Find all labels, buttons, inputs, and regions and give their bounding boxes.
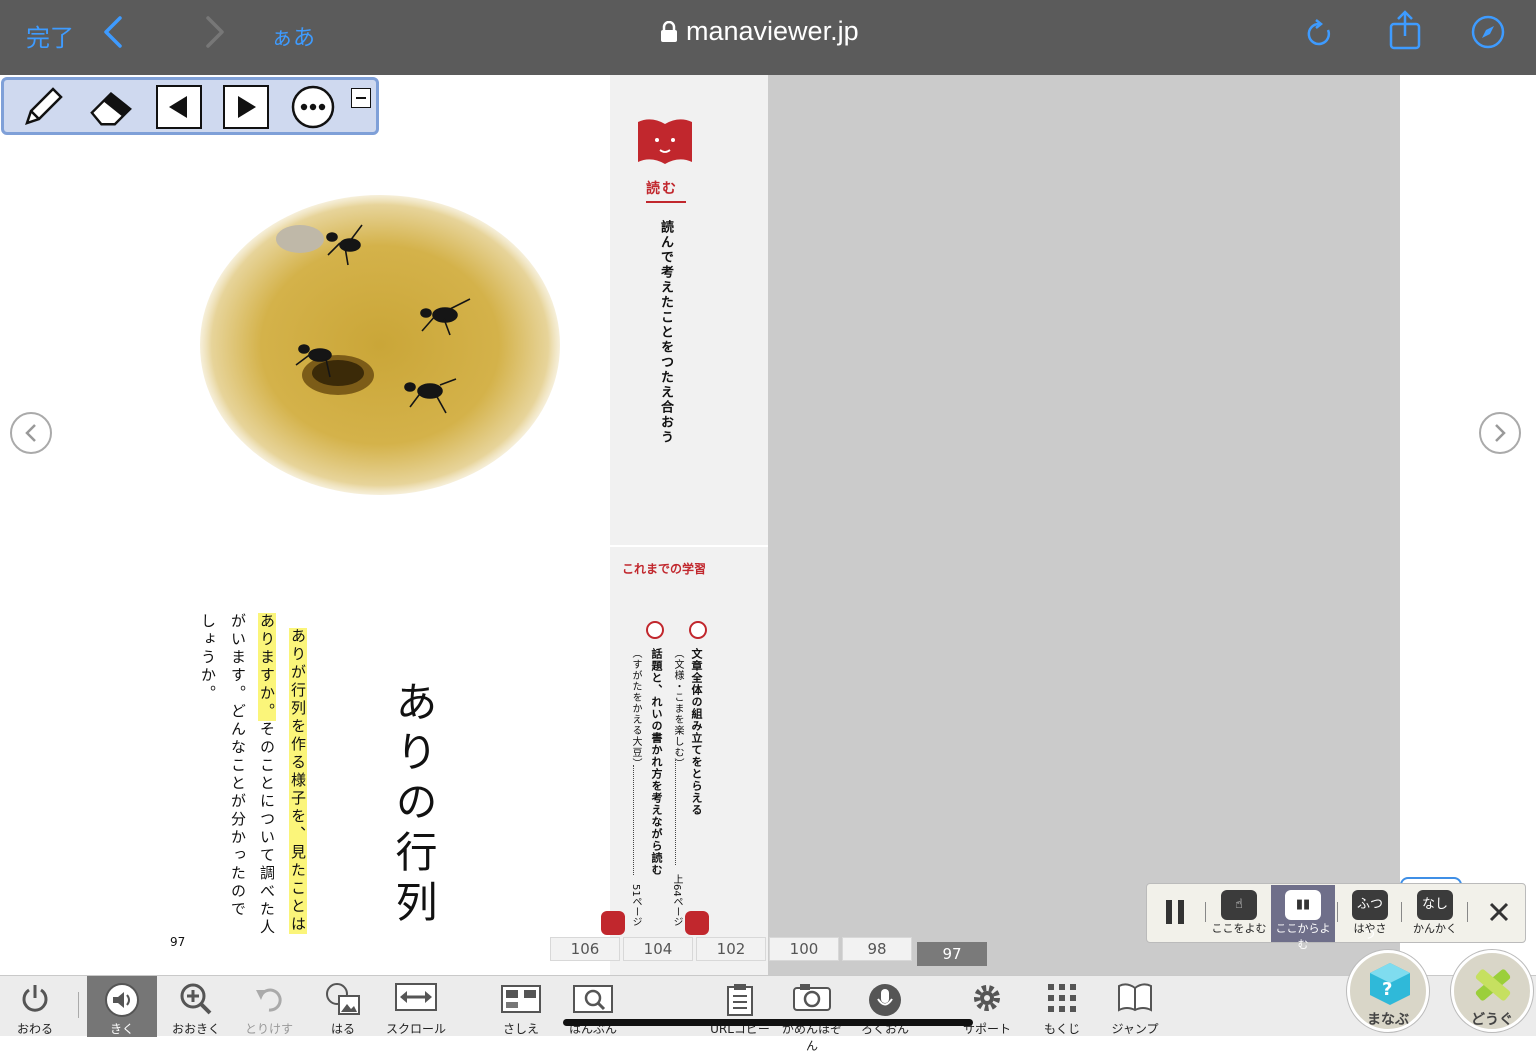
close-panel-button[interactable] (1477, 900, 1521, 927)
paste-image-icon (326, 983, 360, 1015)
ant-photo (200, 195, 560, 495)
speed-icon: ふつう (1352, 890, 1388, 942)
page-tab[interactable]: 104 (623, 937, 693, 961)
body-column-1: ありが行列を作る様子を、見たことは (289, 628, 307, 934)
url-text: manaviewer.jp (686, 16, 859, 46)
home-indicator (563, 1019, 973, 1026)
read-from-here-button[interactable]: ▮▮ ここからよむ (1273, 890, 1333, 952)
lock-icon (661, 20, 677, 42)
link-badge-icon[interactable] (685, 911, 709, 935)
lesson-objective: 読んで考えたことをつたえ合おう (658, 220, 673, 445)
undo-button[interactable]: とりけす (234, 976, 304, 1037)
body-column-3: がいます。どんなことが分かったので (229, 613, 247, 919)
power-icon (22, 985, 48, 1012)
page-tab-active[interactable]: 97 (917, 942, 987, 966)
dougu-button[interactable]: どうぐ (1451, 950, 1533, 1032)
bottom-toolbar: おわる きく おおきく とりけす はる スクロール さしえ はんぶん URLコピ… (0, 975, 1536, 1053)
previous-learning-heading: これまでの学習 (622, 562, 707, 576)
next-page-arrow-icon[interactable] (1479, 412, 1521, 454)
end-button[interactable]: おわる (0, 976, 70, 1037)
speaker-icon (105, 983, 139, 1017)
jump-button[interactable]: ジャンプ (1100, 976, 1170, 1037)
tools-icon (1475, 969, 1511, 1001)
read-here-icon: ☝ (1221, 890, 1257, 920)
body-column-2: ありますか。そのことについて調べた人 (258, 613, 276, 937)
more-icon[interactable] (290, 85, 336, 129)
read-from-here-icon: ▮▮ (1285, 890, 1321, 920)
illustration-icon (501, 985, 541, 1013)
gear-icon (974, 985, 1000, 1011)
previous-item-1-subtitle: （文様・こまを楽しむ） (672, 648, 683, 769)
next-page-icon[interactable] (223, 85, 269, 129)
pause-button[interactable] (1153, 898, 1197, 929)
clipboard-icon (727, 984, 753, 1016)
forward-icon[interactable] (204, 14, 226, 54)
speed-button[interactable]: ふつう はやさ (1343, 890, 1397, 942)
svg-text:?: ? (1382, 979, 1392, 1000)
prev-page-arrow-icon[interactable] (10, 412, 52, 454)
zoom-button[interactable]: おおきく (161, 976, 231, 1037)
previous-item-1-title: 文章全体の組み立てをとらえる (690, 648, 703, 816)
url-copy-button[interactable]: URLコピー (705, 976, 775, 1037)
left-page: ありの行列 ありが行列を作る様子を、見たことは ありますか。そのことについて調べ… (0, 75, 610, 975)
half-view-icon (573, 985, 613, 1013)
zoom-in-icon (180, 983, 212, 1015)
manabu-button[interactable]: ? まなぶ (1347, 950, 1429, 1032)
back-icon[interactable] (102, 14, 124, 54)
listen-button[interactable]: きく (87, 976, 157, 1037)
item-icon (689, 621, 707, 639)
compass-icon[interactable] (1470, 14, 1506, 54)
record-button[interactable]: ろくおん (850, 976, 920, 1037)
contents-button[interactable]: もくじ (1027, 976, 1097, 1037)
pencil-icon[interactable] (20, 85, 66, 129)
minimize-icon[interactable] (351, 88, 371, 108)
screen-save-button[interactable]: がめんほぞん (777, 976, 847, 1053)
interval-button[interactable]: なし かんかく (1407, 890, 1463, 936)
scroll-icon (395, 983, 437, 1011)
text-size-button[interactable]: ぁあ (271, 20, 315, 52)
previous-item-2-title: 話題と、れいの書かれ方を考えながら読む (650, 648, 663, 876)
reading-control-panel: ☝ ここをよむ ▮▮ ここからよむ ふつう はやさ なし かんかく (1146, 883, 1526, 951)
prev-page-icon[interactable] (156, 85, 202, 129)
page-tab[interactable]: 106 (550, 937, 620, 961)
address-bar[interactable]: manaviewer.jp (660, 16, 859, 47)
page-number: 97 (170, 935, 186, 949)
scroll-button[interactable]: スクロール (381, 976, 451, 1037)
pause-icon (1166, 900, 1184, 924)
interval-icon: なし (1417, 890, 1453, 920)
item-icon (646, 621, 664, 639)
share-icon[interactable] (1388, 10, 1422, 54)
close-icon (1489, 902, 1509, 922)
previous-item-2-subtitle: （すがたをかえる大豆） (630, 648, 641, 769)
link-badge-icon[interactable] (601, 911, 625, 935)
half-view-button[interactable]: はんぶん (558, 976, 628, 1037)
eraser-icon[interactable] (88, 85, 134, 129)
tool-palette (1, 77, 379, 135)
read-label: 読む (646, 181, 678, 197)
undo-icon (256, 988, 282, 1012)
camera-icon (793, 984, 831, 1011)
support-button[interactable]: サポート (952, 976, 1022, 1037)
previous-item-2-page[interactable]: 51ページ (628, 884, 643, 927)
read-book-icon (638, 119, 692, 164)
lesson-title: ありの行列 (389, 680, 438, 930)
done-button[interactable]: 完了 (26, 18, 74, 53)
microphone-icon (869, 984, 901, 1016)
paste-button[interactable]: はる (308, 976, 378, 1037)
read-here-button[interactable]: ☝ ここをよむ (1211, 890, 1267, 936)
page-tab[interactable]: 102 (696, 937, 766, 961)
body-column-4: しょうか。 (199, 613, 217, 703)
page-tab[interactable]: 98 (842, 937, 912, 961)
previous-item-1-page[interactable]: 上64ページ (669, 874, 684, 927)
illustration-button[interactable]: さしえ (486, 976, 556, 1037)
blank-page-area (768, 75, 1400, 975)
cube-question-icon: ? (1370, 963, 1410, 1005)
reload-icon[interactable] (1304, 18, 1334, 54)
book-icon (1118, 983, 1152, 1012)
page-tab[interactable]: 100 (769, 937, 839, 961)
browser-toolbar: 完了 ぁあ manaviewer.jp (0, 0, 1536, 75)
grid-icon (1048, 984, 1076, 1012)
